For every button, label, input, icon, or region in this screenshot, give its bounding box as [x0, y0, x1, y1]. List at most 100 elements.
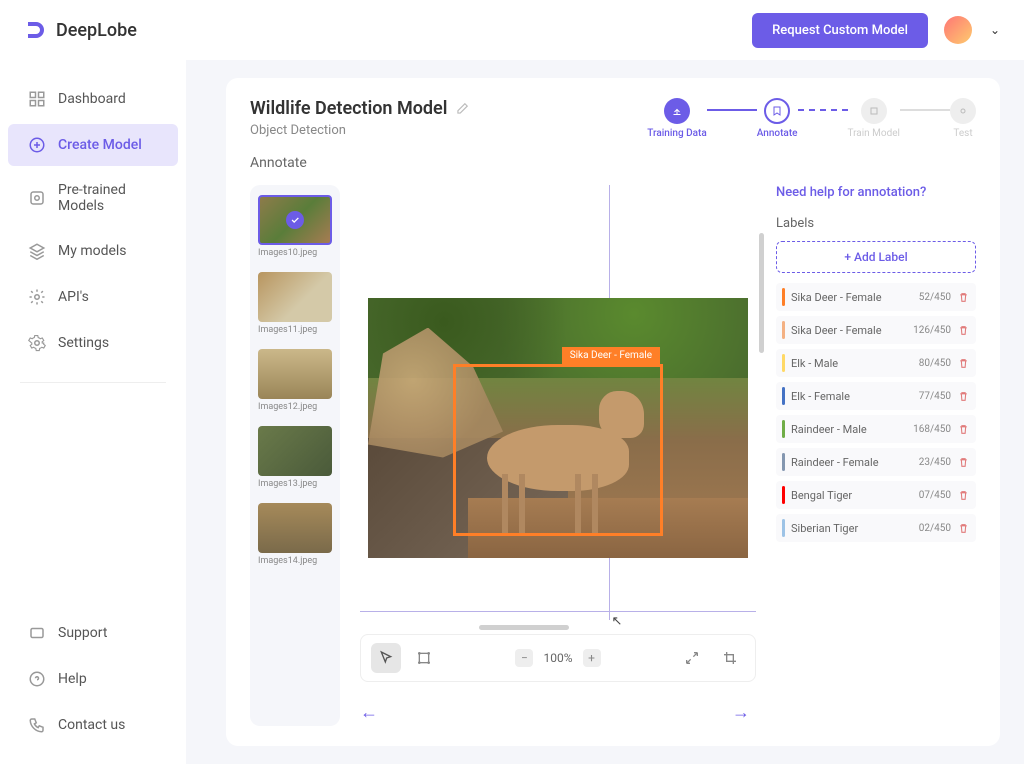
label-row[interactable]: Raindeer - Female 23/450	[776, 448, 976, 476]
sidebar-item-label: Settings	[58, 335, 109, 351]
crosshair-h	[360, 611, 756, 612]
label-count: 168/450	[913, 424, 951, 435]
label-swatch	[782, 519, 785, 537]
bookmark-icon	[771, 105, 783, 117]
label-count: 80/450	[919, 358, 951, 369]
phone-icon	[28, 716, 46, 734]
sidebar-item-label: Pre-trained Models	[58, 182, 158, 214]
edit-icon[interactable]	[455, 102, 469, 116]
logo-icon	[24, 18, 48, 42]
annotation-canvas[interactable]: ↖ Sika Deer - Female	[360, 185, 756, 620]
trash-icon[interactable]	[957, 357, 970, 370]
support-icon	[28, 624, 46, 642]
help-annotation-link[interactable]: Need help for annotation?	[776, 185, 976, 200]
label-count: 23/450	[919, 457, 951, 468]
avatar[interactable]	[944, 16, 972, 44]
sidebar-item-settings[interactable]: Settings	[8, 322, 178, 364]
next-image-button[interactable]: →	[732, 702, 756, 726]
zoom-in-button[interactable]: +	[583, 649, 601, 667]
model-subtitle: Object Detection	[250, 123, 469, 138]
gear-small-icon	[957, 105, 969, 117]
topbar-right: Request Custom Model ⌄	[752, 13, 1000, 48]
work-area: Images10.jpeg Images11.jpeg Images12.jpe…	[250, 185, 976, 726]
label-row[interactable]: Elk - Female 77/450	[776, 382, 976, 410]
rectangle-icon	[416, 650, 432, 666]
trash-icon[interactable]	[957, 291, 970, 304]
trash-icon[interactable]	[957, 456, 970, 469]
help-icon	[28, 670, 46, 688]
sidebar-item-support[interactable]: Support	[8, 612, 178, 654]
main: Wildlife Detection Model Object Detectio…	[186, 60, 1024, 764]
logo-text: DeepLobe	[56, 20, 137, 41]
thumbnail[interactable]: Images13.jpeg	[258, 426, 332, 489]
bounding-box[interactable]: Sika Deer - Female	[453, 364, 663, 536]
label-name: Sika Deer - Female	[791, 291, 913, 304]
tool-rectangle-button[interactable]	[409, 643, 439, 673]
crop-icon	[722, 650, 738, 666]
prev-image-button[interactable]: ←	[360, 702, 384, 726]
check-icon	[286, 211, 304, 229]
sidebar-item-my-models[interactable]: My models	[8, 230, 178, 272]
logo[interactable]: DeepLobe	[24, 18, 137, 42]
step-training-data[interactable]: Training Data	[647, 98, 707, 139]
label-row[interactable]: Raindeer - Male 168/450	[776, 415, 976, 443]
trash-icon[interactable]	[957, 423, 970, 436]
card-header: Wildlife Detection Model Object Detectio…	[250, 98, 976, 139]
sidebar: Dashboard Create Model Pre-trained Model…	[0, 60, 186, 764]
pretrained-icon	[28, 189, 46, 207]
label-name: Raindeer - Male	[791, 423, 907, 436]
stepper: Training Data Annotate Train Model	[647, 98, 976, 139]
upload-icon	[671, 105, 683, 117]
sidebar-item-apis[interactable]: API's	[8, 276, 178, 318]
sidebar-item-contact[interactable]: Contact us	[8, 704, 178, 746]
sidebar-item-help[interactable]: Help	[8, 658, 178, 700]
label-swatch	[782, 486, 785, 504]
thumbnail[interactable]: Images14.jpeg	[258, 503, 332, 566]
labels-list: Sika Deer - Female 52/450 Sika Deer - Fe…	[776, 283, 976, 542]
label-row[interactable]: Bengal Tiger 07/450	[776, 481, 976, 509]
label-name: Siberian Tiger	[791, 522, 913, 535]
trash-icon[interactable]	[957, 522, 970, 535]
user-menu-chevron-icon[interactable]: ⌄	[990, 23, 1000, 37]
request-custom-model-button[interactable]: Request Custom Model	[752, 13, 928, 48]
topbar: DeepLobe Request Custom Model ⌄	[0, 0, 1024, 60]
trash-icon[interactable]	[957, 390, 970, 403]
label-row[interactable]: Sika Deer - Female 126/450	[776, 316, 976, 344]
tool-pointer-button[interactable]	[371, 643, 401, 673]
trash-icon[interactable]	[957, 324, 970, 337]
tool-crop-button[interactable]	[715, 643, 745, 673]
label-count: 52/450	[919, 292, 951, 303]
label-name: Bengal Tiger	[791, 489, 913, 502]
label-row[interactable]: Siberian Tiger 02/450	[776, 514, 976, 542]
sidebar-item-pretrained[interactable]: Pre-trained Models	[8, 170, 178, 226]
tool-expand-button[interactable]	[677, 643, 707, 673]
label-swatch	[782, 354, 785, 372]
sidebar-item-label: Help	[58, 671, 87, 687]
thumbnails-panel[interactable]: Images10.jpeg Images11.jpeg Images12.jpe…	[250, 185, 340, 726]
label-swatch	[782, 387, 785, 405]
pointer-icon	[378, 650, 394, 666]
model-title: Wildlife Detection Model	[250, 98, 469, 119]
sidebar-item-label: Dashboard	[58, 91, 126, 107]
sidebar-item-create-model[interactable]: Create Model	[8, 124, 178, 166]
thumbnail[interactable]: Images10.jpeg	[258, 195, 332, 258]
label-count: 77/450	[919, 391, 951, 402]
thumbnail[interactable]: Images11.jpeg	[258, 272, 332, 335]
label-row[interactable]: Sika Deer - Female 52/450	[776, 283, 976, 311]
image[interactable]: Sika Deer - Female	[368, 298, 748, 558]
sidebar-item-dashboard[interactable]: Dashboard	[8, 78, 178, 120]
bbox-label: Sika Deer - Female	[562, 347, 660, 364]
label-name: Raindeer - Female	[791, 456, 913, 469]
thumbnail[interactable]: Images12.jpeg	[258, 349, 332, 412]
zoom-out-button[interactable]: −	[515, 649, 533, 667]
label-count: 02/450	[919, 523, 951, 534]
scrollbar-horizontal[interactable]	[479, 625, 569, 630]
gear-icon	[28, 334, 46, 352]
dashboard-icon	[28, 90, 46, 108]
step-annotate[interactable]: Annotate	[757, 98, 798, 139]
add-label-button[interactable]: + Add Label	[776, 241, 976, 273]
label-row[interactable]: Elk - Male 80/450	[776, 349, 976, 377]
scrollbar-vertical[interactable]	[759, 233, 764, 353]
label-name: Elk - Male	[791, 357, 913, 370]
trash-icon[interactable]	[957, 489, 970, 502]
